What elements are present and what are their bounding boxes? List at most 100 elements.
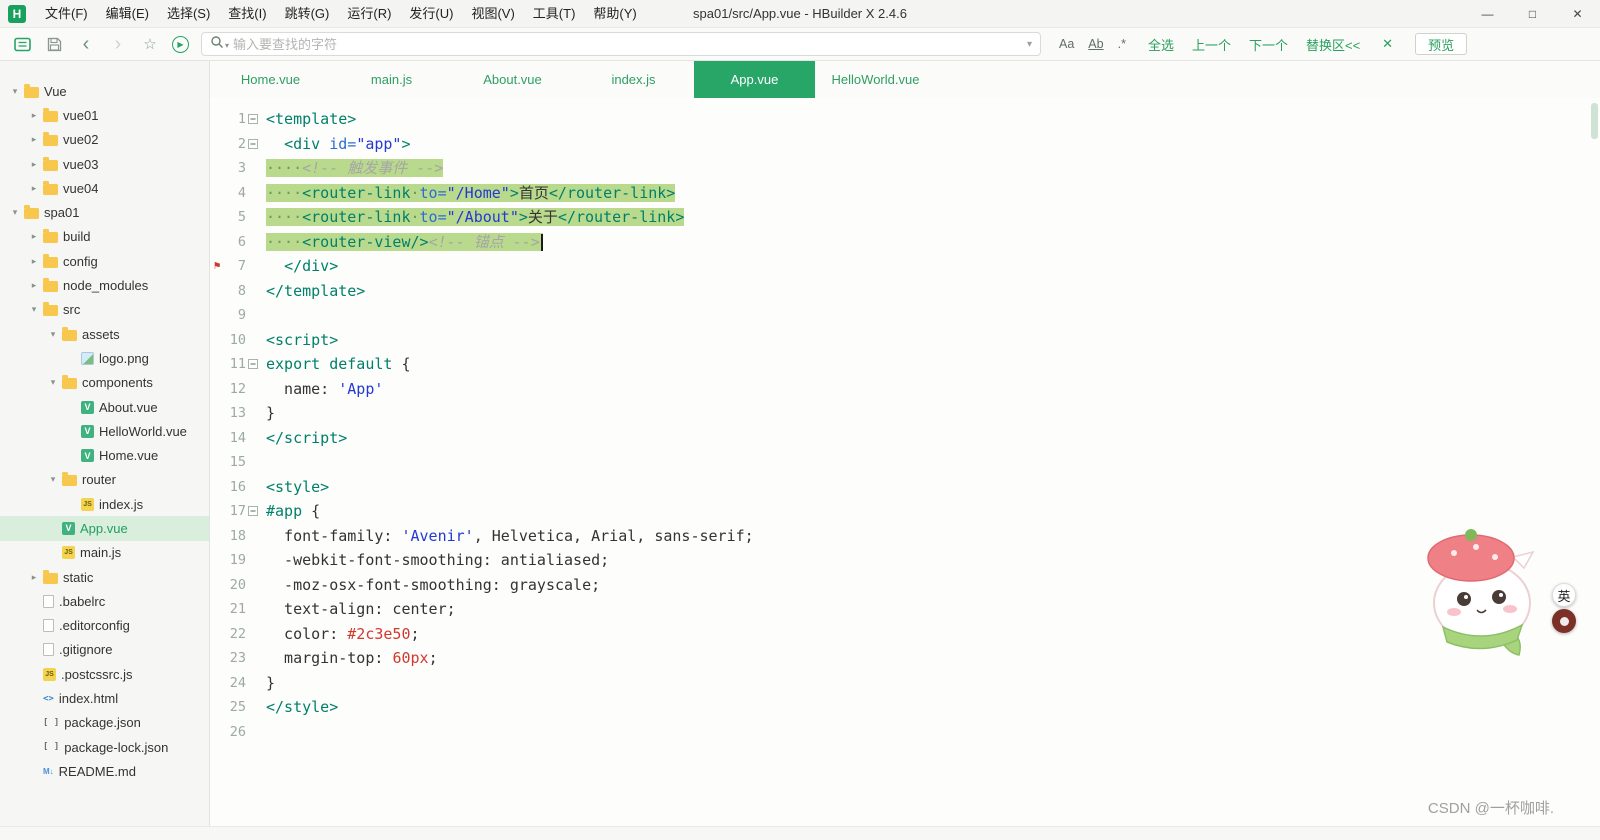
tab-Home.vue[interactable]: Home.vue [210,61,331,98]
menu-item[interactable]: 文件(F) [36,0,97,28]
toggle-replace-button[interactable]: 替换区<< [1306,35,1360,54]
chevron-right-icon[interactable]: ▸ [27,572,41,583]
plugin-badge[interactable] [1552,609,1576,633]
tree-item-Home.vue[interactable]: V Home.vue [0,443,209,467]
tree-item-HelloWorld.vue[interactable]: V HelloWorld.vue [0,419,209,443]
menu-item[interactable]: 编辑(E) [97,0,158,28]
tab-About.vue[interactable]: About.vue [452,61,573,98]
code-line[interactable]: 19 -webkit-font-smoothing: antialiased; [210,548,1600,573]
close-button[interactable]: ✕ [1555,0,1600,28]
tree-item-config[interactable]: ▸ config [0,249,209,273]
menu-item[interactable]: 工具(T) [524,0,585,28]
code-line[interactable]: 22 color: #2c3e50; [210,622,1600,647]
tree-item-.babelrc[interactable]: .babelrc [0,589,209,613]
regex-button[interactable]: .* [1118,37,1126,51]
tree-item-.postcssrc.js[interactable]: JS .postcssrc.js [0,662,209,686]
fold-marker-icon[interactable] [246,139,260,149]
menu-item[interactable]: 帮助(Y) [584,0,645,28]
code-line[interactable]: 14 </script> [210,426,1600,451]
tree-item-.editorconfig[interactable]: .editorconfig [0,614,209,638]
menu-item[interactable]: 查找(I) [219,0,275,28]
tree-item-.gitignore[interactable]: .gitignore [0,638,209,662]
find-next-button[interactable]: 下一个 [1249,35,1288,54]
tree-item-vue03[interactable]: ▸ vue03 [0,152,209,176]
tree-item-index.js[interactable]: JS index.js [0,492,209,516]
code-line[interactable]: 13} [210,401,1600,426]
code-line[interactable]: 8 </template> [210,279,1600,304]
tree-item-About.vue[interactable]: V About.vue [0,395,209,419]
code-line[interactable]: 21 text-align: center; [210,597,1600,622]
tree-item-main.js[interactable]: JS main.js [0,541,209,565]
menu-item[interactable]: 运行(R) [338,0,400,28]
chevron-down-icon[interactable]: ▾ [8,86,22,97]
code-line[interactable]: 26 [210,720,1600,745]
menu-item[interactable]: 选择(S) [158,0,219,28]
tree-item-build[interactable]: ▸ build [0,225,209,249]
code-line[interactable]: 11 export default { [210,352,1600,377]
tree-item-src[interactable]: ▾ src [0,298,209,322]
history-dropdown-icon[interactable]: ▾ [1027,39,1032,50]
project-manager-icon[interactable] [10,32,34,56]
code-line[interactable]: 18 font-family: 'Avenir', Helvetica, Ari… [210,524,1600,549]
fold-marker-icon[interactable] [246,506,260,516]
tree-item-index.html[interactable]: <> index.html [0,686,209,710]
fold-marker-icon[interactable] [246,114,260,124]
find-input[interactable] [233,36,1027,52]
editor-scrollbar[interactable] [1591,103,1598,139]
tree-item-logo.png[interactable]: logo.png [0,346,209,370]
code-line[interactable]: 16 <style> [210,475,1600,500]
tree-item-Vue[interactable]: ▾ Vue [0,79,209,103]
code-line[interactable]: 3 ····<!-- 触发事件 --> [210,156,1600,181]
tree-item-README.md[interactable]: M↓ README.md [0,759,209,783]
search-icon[interactable] [210,35,224,54]
tab-HelloWorld.vue[interactable]: HelloWorld.vue [815,61,936,98]
chevron-down-icon[interactable]: ▾ [46,329,60,340]
chevron-right-icon[interactable]: ▸ [27,183,41,194]
tree-item-App.vue[interactable]: V App.vue [0,516,209,541]
menu-item[interactable]: 视图(V) [462,0,523,28]
chevron-down-icon[interactable]: ▾ [27,304,41,315]
tree-item-vue01[interactable]: ▸ vue01 [0,103,209,127]
code-line[interactable]: ⚑ 7 </div> [210,254,1600,279]
search-mode-dropdown-icon[interactable]: ▾ [225,41,229,50]
code-line[interactable]: 4 ····<router-link·to="/Home">首页</router-… [210,181,1600,206]
chevron-down-icon[interactable]: ▾ [8,207,22,218]
preview-button[interactable]: 预览 [1415,33,1468,55]
tab-main.js[interactable]: main.js [331,61,452,98]
chevron-down-icon[interactable]: ▾ [46,474,60,485]
tab-index.js[interactable]: index.js [573,61,694,98]
chevron-right-icon[interactable]: ▸ [27,280,41,291]
tree-item-assets[interactable]: ▾ assets [0,322,209,346]
favorite-icon[interactable]: ☆ [138,32,162,56]
maximize-button[interactable]: □ [1510,0,1555,28]
tab-App.vue[interactable]: App.vue [694,61,815,98]
chevron-right-icon[interactable]: ▸ [27,134,41,145]
translate-badge[interactable]: 英 [1552,583,1576,607]
menu-item[interactable]: 发行(U) [400,0,462,28]
code-line[interactable]: 17 #app { [210,499,1600,524]
code-line[interactable]: 2 <div id="app"> [210,132,1600,157]
chevron-down-icon[interactable]: ▾ [46,377,60,388]
code-line[interactable]: 1 <template> [210,107,1600,132]
tree-item-router[interactable]: ▾ router [0,468,209,492]
code-line[interactable]: 10 <script> [210,328,1600,353]
tree-item-package.json[interactable]: [ ] package.json [0,711,209,735]
tree-item-vue04[interactable]: ▸ vue04 [0,176,209,200]
code-line[interactable]: 6 ····<router-view/><!-- 锚点 --> [210,230,1600,255]
code-line[interactable]: 25 </style> [210,695,1600,720]
code-line[interactable]: 24} [210,671,1600,696]
whole-word-button[interactable]: Ab [1088,37,1103,51]
code-editor[interactable]: 1 <template> 2 <div id="app"> 3 ····<!-- 触发事… [210,98,1600,826]
tree-item-spa01[interactable]: ▾ spa01 [0,200,209,224]
code-line[interactable]: 15 [210,450,1600,475]
match-case-button[interactable]: Aa [1059,37,1074,51]
run-icon[interactable]: ▶ [172,35,189,53]
back-icon[interactable]: ‹ [74,32,98,56]
code-line[interactable]: 23 margin-top: 60px; [210,646,1600,671]
app-logo-icon[interactable]: H [8,4,26,23]
tree-item-package-lock.json[interactable]: [ ] package-lock.json [0,735,209,759]
select-all-matches-button[interactable]: 全选 [1148,35,1174,54]
code-line[interactable]: 12 name: 'App' [210,377,1600,402]
chevron-right-icon[interactable]: ▸ [27,231,41,242]
chevron-right-icon[interactable]: ▸ [27,110,41,121]
